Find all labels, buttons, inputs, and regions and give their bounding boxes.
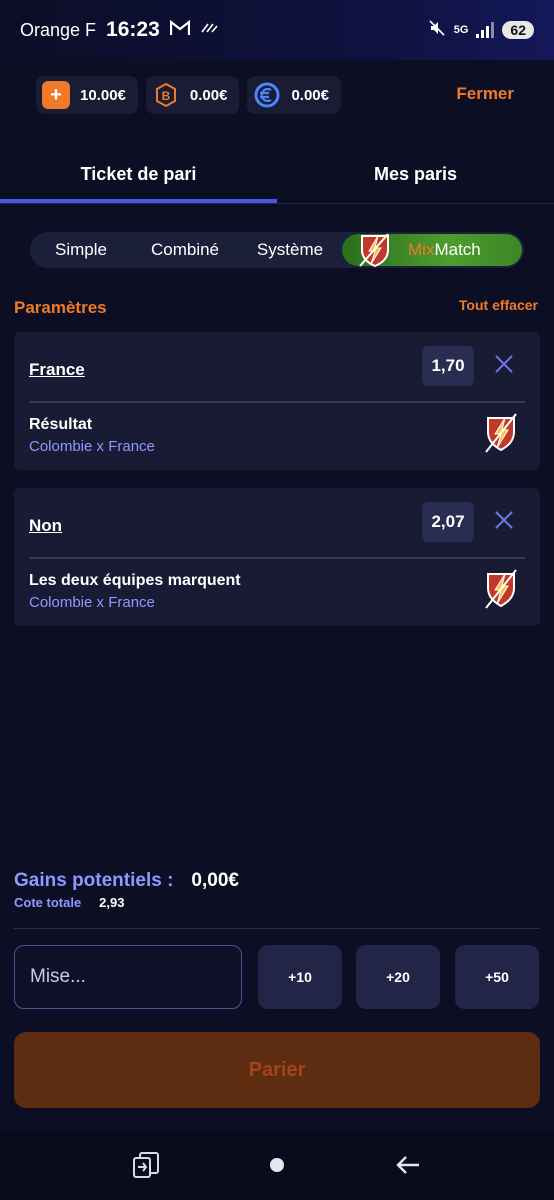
selection-market: Résultat	[29, 416, 93, 433]
stake-input[interactable]	[14, 945, 242, 1009]
main-balance[interactable]: + 10.00€	[36, 76, 138, 114]
selection-pick[interactable]: France	[29, 360, 85, 380]
selection-card: Non 2,07 Les deux équipes marquent Colom…	[14, 488, 540, 626]
close-icon[interactable]	[492, 352, 516, 376]
selection-odds: 2,07	[422, 502, 474, 542]
slip-tabs: Ticket de pari Mes paris	[0, 144, 554, 204]
status-icons: 5G 62	[428, 19, 534, 42]
tab-my-bets[interactable]: Mes paris	[277, 144, 554, 204]
euro-coin-icon	[253, 81, 281, 109]
bonus-balance-value: 0.00€	[189, 86, 228, 104]
params-title: Paramètres	[14, 298, 107, 317]
close-icon[interactable]	[492, 508, 516, 532]
home-icon	[269, 1158, 284, 1172]
totals-divider	[14, 928, 540, 929]
selection-match[interactable]: Colombie x France	[29, 438, 155, 455]
mixmatch-label-mix: Mix	[408, 240, 435, 259]
bet-type-simple[interactable]: Simple	[30, 232, 132, 268]
place-bet-button[interactable]: Parier	[14, 1032, 540, 1108]
potential-winnings: Gains potentiels : 0,00€	[14, 870, 239, 892]
card-divider	[29, 401, 525, 403]
nav-recents-button[interactable]	[126, 1145, 166, 1185]
signal-icon	[476, 22, 495, 38]
add-funds-icon[interactable]: +	[42, 81, 70, 109]
tab-ticket[interactable]: Ticket de pari	[0, 144, 277, 204]
clear-all-button[interactable]: Tout effacer	[459, 297, 538, 313]
network-type: 5G	[453, 24, 469, 36]
bet-slip-screen: + 10.00€ B 0.00€ 0.00€ Fermer Ticket de …	[0, 60, 554, 1130]
mixmatch-shield-icon	[359, 233, 389, 268]
bet-type-selector: Simple Combiné Système Mix Match	[30, 232, 524, 268]
tab-divider	[0, 203, 554, 204]
close-button[interactable]: Fermer	[456, 84, 514, 104]
carrier-name: Orange F	[20, 19, 97, 40]
status-bar: Orange F 16:23 5G 62	[0, 0, 554, 60]
bonus-balance[interactable]: B 0.00€	[145, 76, 240, 114]
back-arrow-icon	[396, 1156, 420, 1174]
total-odds: Cote totale 2,93	[14, 895, 124, 910]
quick-stake-50-button[interactable]: +50	[455, 945, 539, 1009]
mixmatch-label-match: Match	[434, 240, 481, 259]
battery-level: 62	[502, 21, 534, 39]
system-nav-bar	[0, 1130, 554, 1200]
mixmatch-shield-icon	[485, 413, 517, 453]
recents-icon	[132, 1152, 159, 1178]
card-divider	[29, 557, 525, 559]
selection-odds: 1,70	[422, 346, 474, 386]
cash-balance[interactable]: 0.00€	[247, 76, 341, 114]
total-odds-value: 2,93	[99, 895, 125, 910]
potential-winnings-label: Gains potentiels :	[14, 870, 174, 891]
mute-icon	[428, 19, 446, 42]
quick-stake-10-button[interactable]: +10	[258, 945, 342, 1009]
potential-winnings-value: 0,00€	[191, 870, 239, 891]
nav-back-button[interactable]	[388, 1145, 428, 1185]
wallet-bar: + 10.00€ B 0.00€ 0.00€	[36, 76, 341, 114]
bonus-icon: B	[152, 81, 180, 109]
mixmatch-shield-icon	[485, 569, 517, 609]
main-balance-value: 10.00€	[80, 86, 126, 104]
cash-balance-value: 0.00€	[291, 86, 329, 104]
bet-type-systeme[interactable]: Système	[238, 232, 342, 268]
gmail-icon	[169, 19, 190, 41]
selection-card: France 1,70 Résultat Colombie x France	[14, 332, 540, 470]
nav-home-button[interactable]	[257, 1145, 297, 1185]
bet-type-combine[interactable]: Combiné	[132, 232, 238, 268]
selection-pick[interactable]: Non	[29, 516, 62, 536]
no-signal-icon	[200, 21, 218, 39]
bet-type-mixmatch[interactable]: Mix Match	[342, 233, 522, 268]
selection-match[interactable]: Colombie x France	[29, 594, 155, 611]
quick-stake-20-button[interactable]: +20	[356, 945, 440, 1009]
total-odds-label: Cote totale	[14, 895, 82, 910]
clock: 16:23	[106, 18, 160, 41]
selection-market: Les deux équipes marquent	[29, 572, 241, 589]
svg-text:B: B	[162, 89, 171, 103]
